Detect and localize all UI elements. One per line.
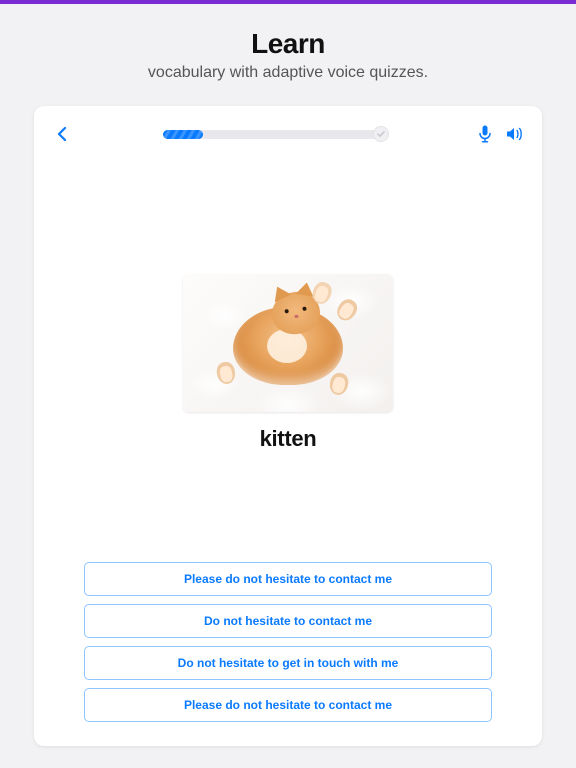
page-subtitle: vocabulary with adaptive voice quizzes. — [0, 64, 576, 82]
toolbar-icons — [478, 125, 524, 143]
answer-option[interactable]: Please do not hesitate to contact me — [84, 562, 492, 596]
back-button[interactable] — [52, 124, 72, 144]
progress-bar[interactable] — [163, 130, 388, 139]
progress-end-marker — [373, 126, 389, 142]
quiz-image — [183, 274, 393, 412]
answer-list: Please do not hesitate to contact me Do … — [34, 552, 542, 746]
microphone-button[interactable] — [478, 125, 492, 143]
chevron-left-icon — [57, 126, 67, 142]
top-accent-bar — [0, 0, 576, 4]
page-header: Learn vocabulary with adaptive voice qui… — [0, 0, 576, 106]
microphone-icon — [478, 125, 492, 143]
answer-option[interactable]: Please do not hesitate to contact me — [84, 688, 492, 722]
answer-option[interactable]: Do not hesitate to get in touch with me — [84, 646, 492, 680]
speaker-button[interactable] — [506, 126, 524, 142]
card-toolbar — [34, 106, 542, 154]
quiz-word: kitten — [260, 426, 317, 452]
page-title: Learn — [0, 28, 576, 60]
check-icon — [376, 129, 386, 139]
quiz-content: kitten — [34, 154, 542, 552]
speaker-icon — [506, 126, 524, 142]
progress-container — [80, 130, 470, 139]
progress-fill — [163, 130, 204, 139]
answer-option[interactable]: Do not hesitate to contact me — [84, 604, 492, 638]
quiz-card: kitten Please do not hesitate to contact… — [34, 106, 542, 746]
